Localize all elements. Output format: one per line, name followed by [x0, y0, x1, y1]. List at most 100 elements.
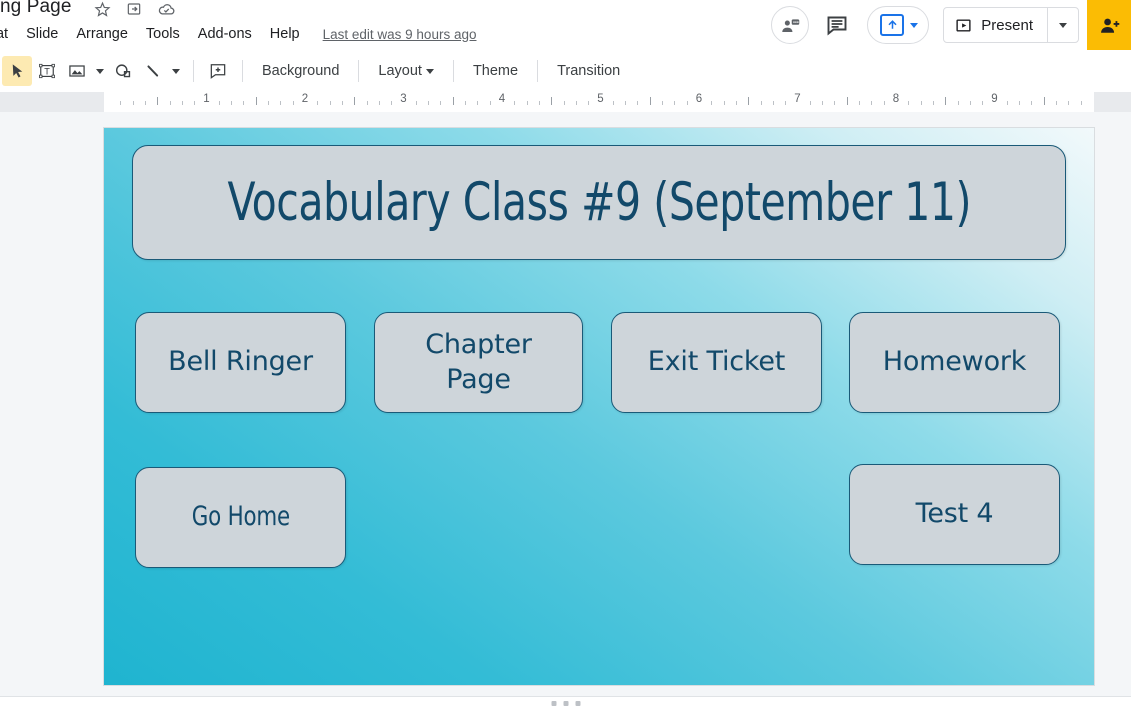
slide-workspace: Vocabulary Class #9 (September 11) Bell … [0, 112, 1131, 687]
move-to-folder-icon[interactable] [124, 0, 144, 19]
ruler[interactable]: 1 2 3 4 5 6 7 8 9 [0, 92, 1131, 112]
ruler-tick [169, 101, 171, 105]
present-to-meet-button[interactable] [771, 6, 810, 44]
exit-ticket-button[interactable]: Exit Ticket [611, 312, 822, 413]
ruler-tick [280, 101, 282, 105]
ruler-number: 7 [794, 93, 801, 105]
handle-dot [551, 701, 556, 706]
slide-canvas[interactable]: Vocabulary Class #9 (September 11) Bell … [104, 128, 1094, 685]
present-label: Present [981, 16, 1033, 34]
ruler-tick [772, 101, 774, 105]
line-icon [147, 65, 159, 77]
ruler-tick [268, 101, 270, 105]
insert-image-tool-button[interactable] [62, 56, 92, 86]
document-title[interactable]: ng Page [0, 0, 72, 18]
upload-button[interactable] [867, 6, 930, 44]
menu-bar: ormat Slide Arrange Tools Add-ons Help L… [0, 24, 476, 44]
select-tool-button[interactable] [2, 56, 32, 86]
theme-label: Theme [472, 63, 519, 79]
ruler-tick [563, 101, 565, 105]
line-tool-button[interactable] [138, 56, 168, 86]
menu-item-tools[interactable]: Tools [137, 26, 189, 42]
toolbar-divider-1 [193, 60, 194, 82]
toolbar-divider-5 [537, 60, 539, 82]
ruler-tick [329, 101, 331, 105]
comment-button[interactable] [821, 9, 853, 41]
toolbar-divider-3 [358, 60, 360, 82]
top-right-actions: Present [771, 0, 1131, 50]
ruler-tick [1031, 101, 1033, 105]
shape-tool-button[interactable] [108, 56, 138, 86]
ruler-tick [341, 101, 343, 105]
upload-icon [880, 14, 905, 36]
ruler-tick [674, 101, 676, 105]
slide-title-text: Vocabulary Class #9 (September 11) [227, 171, 971, 233]
add-comment-tool-button[interactable] [203, 56, 233, 86]
toolbar: T Background Layout Theme Transition [0, 50, 1131, 92]
ruler-tick [366, 101, 368, 105]
ruler-tick [1043, 97, 1045, 105]
document-title-icons [92, 0, 176, 19]
background-label: Background [262, 63, 340, 79]
text-box-tool-button[interactable]: T [32, 56, 62, 86]
layout-dropdown-caret[interactable] [425, 68, 434, 74]
ruler-tick [1068, 101, 1070, 105]
ruler-tick [883, 101, 885, 105]
ruler-tick [317, 101, 319, 105]
background-button[interactable]: Background [252, 63, 349, 79]
image-dropdown-caret[interactable] [92, 56, 108, 86]
chapter-page-button[interactable]: Chapter Page [374, 312, 583, 413]
layout-label: Layout [378, 63, 422, 79]
star-icon[interactable] [92, 0, 112, 19]
menu-item-arrange[interactable]: Arrange [67, 26, 137, 42]
splitter-divider [0, 687, 1131, 697]
menu-item-slide[interactable]: Slide [17, 26, 67, 42]
test-4-button[interactable]: Test 4 [849, 464, 1060, 565]
ruler-tick [932, 101, 934, 105]
ruler-tick [194, 101, 196, 105]
slide-title-shape[interactable]: Vocabulary Class #9 (September 11) [132, 145, 1066, 260]
notes-resize-handle[interactable] [551, 701, 580, 706]
share-button[interactable] [1087, 0, 1131, 50]
ruler-tick [588, 101, 590, 105]
upload-dropdown-caret[interactable] [910, 22, 919, 28]
transition-button[interactable]: Transition [547, 63, 630, 79]
handle-dot [575, 701, 580, 706]
bell-ringer-button[interactable]: Bell Ringer [135, 312, 346, 413]
exit-ticket-label: Exit Ticket [647, 346, 786, 378]
bell-ringer-label: Bell Ringer [168, 346, 313, 378]
transition-label: Transition [557, 63, 621, 79]
menu-item-help[interactable]: Help [261, 26, 309, 42]
ruler-tick [945, 97, 947, 105]
ruler-number: 5 [597, 93, 604, 105]
go-home-button[interactable]: Go Home [135, 467, 346, 568]
menu-item-addons[interactable]: Add-ons [189, 26, 261, 42]
top-bar: ng Page ormat Slide Arrange Tools Add-on… [0, 0, 1131, 50]
toolbar-divider-4 [452, 60, 454, 82]
homework-button[interactable]: Homework [849, 312, 1060, 413]
ruler-track[interactable]: 1 2 3 4 5 6 7 8 9 [104, 92, 1094, 112]
ruler-tick [908, 101, 910, 105]
last-edit-link[interactable]: Last edit was 9 hours ago [323, 27, 477, 42]
ruler-tick [711, 101, 713, 105]
ruler-tick [871, 101, 873, 105]
line-dropdown-caret[interactable] [168, 56, 184, 86]
ruler-tick [809, 101, 811, 105]
menu-item-format[interactable]: ormat [0, 26, 17, 42]
ruler-tick [144, 101, 146, 105]
present-dropdown-caret[interactable] [1047, 8, 1078, 42]
svg-text:T: T [44, 66, 50, 76]
ruler-tick [181, 101, 183, 105]
ruler-tick [822, 101, 824, 105]
cloud-saved-icon[interactable] [156, 0, 176, 19]
ruler-number: 6 [695, 93, 703, 105]
ruler-tick [637, 101, 639, 105]
ruler-tick [120, 101, 122, 105]
present-button[interactable]: Present [944, 8, 1047, 42]
theme-button[interactable]: Theme [463, 63, 528, 79]
add-comment-icon [210, 64, 226, 79]
speaker-notes-splitter [0, 687, 1131, 720]
homework-label: Homework [882, 346, 1027, 378]
ruler-tick [243, 101, 245, 105]
layout-button[interactable]: Layout [368, 63, 444, 79]
